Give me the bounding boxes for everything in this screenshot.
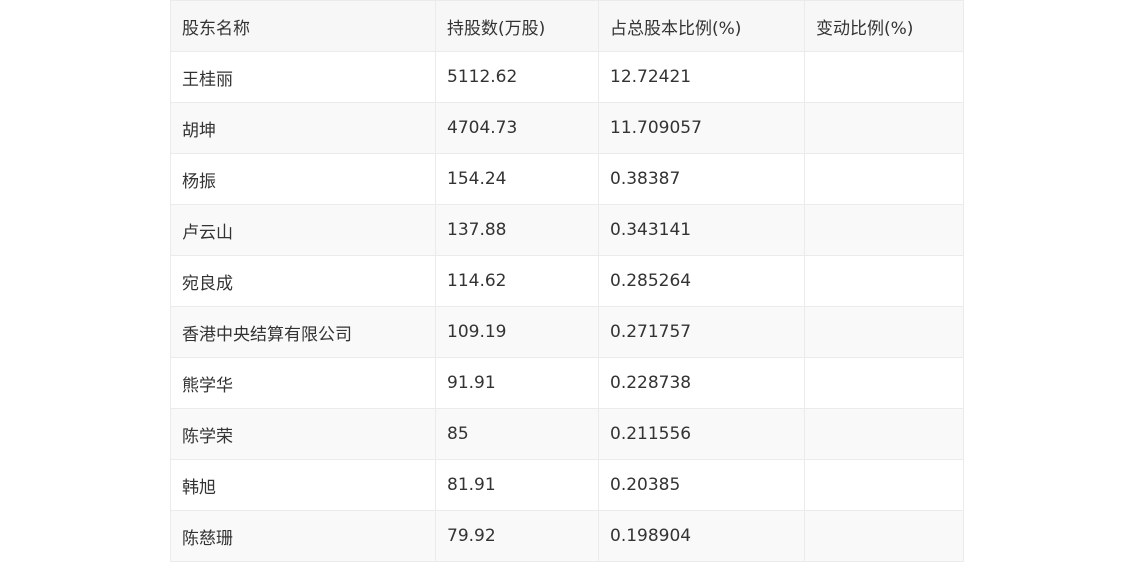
cell-share-ratio: 12.72421 [598, 51, 805, 103]
table-row: 胡坤 4704.73 11.709057 [170, 102, 964, 154]
cell-share-ratio: 0.198904 [598, 510, 805, 562]
cell-share-ratio: 0.271757 [598, 306, 805, 358]
cell-change-ratio [804, 357, 964, 409]
header-share-ratio: 占总股本比例(%) [598, 0, 805, 52]
cell-change-ratio [804, 102, 964, 154]
cell-share-ratio: 11.709057 [598, 102, 805, 154]
shareholder-table-container: 股东名称 持股数(万股) 占总股本比例(%) 变动比例(%) 王桂丽 5112.… [170, 0, 964, 562]
cell-shareholder-name: 韩旭 [170, 459, 436, 511]
cell-shareholder-name: 宛良成 [170, 255, 436, 307]
cell-shares-held: 91.91 [435, 357, 599, 409]
table-row: 杨振 154.24 0.38387 [170, 153, 964, 205]
cell-shares-held: 4704.73 [435, 102, 599, 154]
cell-change-ratio [804, 510, 964, 562]
cell-shares-held: 85 [435, 408, 599, 460]
cell-share-ratio: 0.211556 [598, 408, 805, 460]
cell-shares-held: 5112.62 [435, 51, 599, 103]
cell-share-ratio: 0.285264 [598, 255, 805, 307]
cell-shareholder-name: 杨振 [170, 153, 436, 205]
cell-shares-held: 154.24 [435, 153, 599, 205]
cell-change-ratio [804, 255, 964, 307]
cell-share-ratio: 0.228738 [598, 357, 805, 409]
cell-shareholder-name: 熊学华 [170, 357, 436, 409]
cell-change-ratio [804, 408, 964, 460]
cell-share-ratio: 0.343141 [598, 204, 805, 256]
cell-shares-held: 114.62 [435, 255, 599, 307]
cell-change-ratio [804, 204, 964, 256]
cell-shareholder-name: 王桂丽 [170, 51, 436, 103]
header-change-ratio: 变动比例(%) [804, 0, 964, 52]
cell-shares-held: 137.88 [435, 204, 599, 256]
cell-change-ratio [804, 51, 964, 103]
cell-shareholder-name: 卢云山 [170, 204, 436, 256]
cell-shareholder-name: 陈学荣 [170, 408, 436, 460]
cell-change-ratio [804, 306, 964, 358]
table-row: 卢云山 137.88 0.343141 [170, 204, 964, 256]
cell-shareholder-name: 陈慈珊 [170, 510, 436, 562]
header-shareholder-name: 股东名称 [170, 0, 436, 52]
cell-share-ratio: 0.38387 [598, 153, 805, 205]
cell-shares-held: 109.19 [435, 306, 599, 358]
cell-change-ratio [804, 153, 964, 205]
cell-shareholder-name: 胡坤 [170, 102, 436, 154]
table-row: 香港中央结算有限公司 109.19 0.271757 [170, 306, 964, 358]
table-row: 陈学荣 85 0.211556 [170, 408, 964, 460]
header-shares-held: 持股数(万股) [435, 0, 599, 52]
cell-share-ratio: 0.20385 [598, 459, 805, 511]
table-row: 王桂丽 5112.62 12.72421 [170, 51, 964, 103]
cell-shareholder-name: 香港中央结算有限公司 [170, 306, 436, 358]
cell-shares-held: 79.92 [435, 510, 599, 562]
cell-shares-held: 81.91 [435, 459, 599, 511]
cell-change-ratio [804, 459, 964, 511]
table-row: 韩旭 81.91 0.20385 [170, 459, 964, 511]
shareholder-table: 股东名称 持股数(万股) 占总股本比例(%) 变动比例(%) 王桂丽 5112.… [170, 0, 964, 562]
table-row: 陈慈珊 79.92 0.198904 [170, 510, 964, 562]
table-row: 熊学华 91.91 0.228738 [170, 357, 964, 409]
table-row: 宛良成 114.62 0.285264 [170, 255, 964, 307]
table-header-row: 股东名称 持股数(万股) 占总股本比例(%) 变动比例(%) [170, 0, 964, 52]
